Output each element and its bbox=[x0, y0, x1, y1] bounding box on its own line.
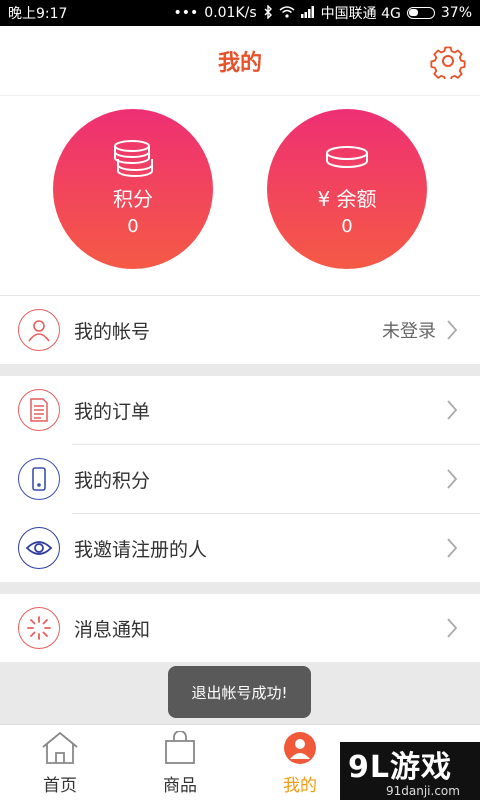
loading-burst-icon bbox=[18, 607, 60, 649]
document-icon bbox=[18, 389, 60, 431]
nav-home[interactable]: 首页 bbox=[0, 725, 120, 800]
toast-message: 退出帐号成功! bbox=[168, 666, 311, 718]
wifi-icon bbox=[279, 5, 295, 21]
account-right: 未登录 bbox=[382, 317, 458, 343]
battery-percent: 37% bbox=[440, 5, 472, 21]
balance-circle[interactable]: ¥ 余额 0 bbox=[267, 109, 427, 269]
watermark-url: 91danji.com bbox=[386, 784, 460, 798]
eye-icon bbox=[18, 527, 60, 569]
cell-signal-icon bbox=[300, 5, 315, 21]
points-circle[interactable]: 积分 0 bbox=[53, 109, 213, 269]
network-speed: 0.01K/s bbox=[204, 5, 257, 21]
user-icon bbox=[18, 309, 60, 351]
notifications-label: 消息通知 bbox=[74, 618, 151, 641]
section-gap bbox=[0, 364, 480, 376]
signal-dots-icon: ••• bbox=[173, 5, 199, 21]
account-row[interactable]: 我的帐号 未登录 bbox=[0, 296, 480, 364]
section-gap bbox=[0, 582, 480, 594]
nav-home-label: 首页 bbox=[43, 775, 77, 796]
chevron-right-icon bbox=[447, 469, 458, 489]
phone-icon bbox=[18, 458, 60, 500]
status-bar: 晚上9:17 ••• 0.01K/s 中国联通 4G 37% bbox=[0, 0, 480, 26]
invited-label: 我邀请注册的人 bbox=[74, 538, 208, 561]
battery-icon bbox=[406, 7, 435, 19]
status-time: 晚上9:17 bbox=[8, 6, 68, 22]
notifications-right bbox=[446, 617, 458, 639]
balance-value: 0 bbox=[341, 216, 353, 237]
points-label: 积分 bbox=[113, 187, 153, 211]
account-label: 我的帐号 bbox=[74, 320, 151, 343]
chevron-right-icon bbox=[447, 538, 458, 558]
my-points-row[interactable]: 我的积分 bbox=[0, 445, 480, 513]
screen: 晚上9:17 ••• 0.01K/s 中国联通 4G 37% 我的 积分 0 ¥… bbox=[0, 0, 480, 800]
coin-stack-icon bbox=[110, 139, 156, 177]
home-icon bbox=[42, 731, 78, 764]
chevron-right-icon bbox=[447, 618, 458, 638]
profile-icon bbox=[284, 731, 316, 764]
watermark-logo: 9L游戏 91danji.com bbox=[340, 742, 480, 800]
login-status: 未登录 bbox=[382, 321, 436, 342]
points-value: 0 bbox=[127, 216, 139, 237]
stats-section: 积分 0 ¥ 余额 0 bbox=[0, 97, 480, 295]
watermark-text: 9L游戏 bbox=[348, 750, 452, 785]
page-title: 我的 bbox=[217, 50, 262, 76]
app-header: 我的 bbox=[0, 26, 480, 96]
orders-label: 我的订单 bbox=[74, 400, 151, 423]
settings-gear-icon[interactable] bbox=[428, 41, 468, 81]
my-points-right bbox=[446, 468, 458, 490]
status-right: ••• 0.01K/s 中国联通 4G 37% bbox=[173, 3, 472, 23]
nav-products-label: 商品 bbox=[163, 775, 197, 796]
chevron-right-icon bbox=[447, 320, 458, 340]
shopping-bag-icon bbox=[165, 730, 195, 764]
orders-row[interactable]: 我的订单 bbox=[0, 376, 480, 444]
invited-right bbox=[446, 537, 458, 559]
nav-products[interactable]: 商品 bbox=[120, 725, 240, 800]
invited-row[interactable]: 我邀请注册的人 bbox=[0, 514, 480, 582]
bluetooth-icon bbox=[263, 3, 273, 22]
carrier-name: 中国联通 4G bbox=[320, 6, 401, 22]
balance-label: ¥ 余额 bbox=[317, 187, 377, 211]
coin-icon bbox=[323, 139, 371, 177]
my-points-label: 我的积分 bbox=[74, 469, 151, 492]
orders-right bbox=[446, 399, 458, 421]
nav-mine-label: 我的 bbox=[283, 775, 317, 796]
notifications-row[interactable]: 消息通知 bbox=[0, 594, 480, 662]
chevron-right-icon bbox=[447, 400, 458, 420]
